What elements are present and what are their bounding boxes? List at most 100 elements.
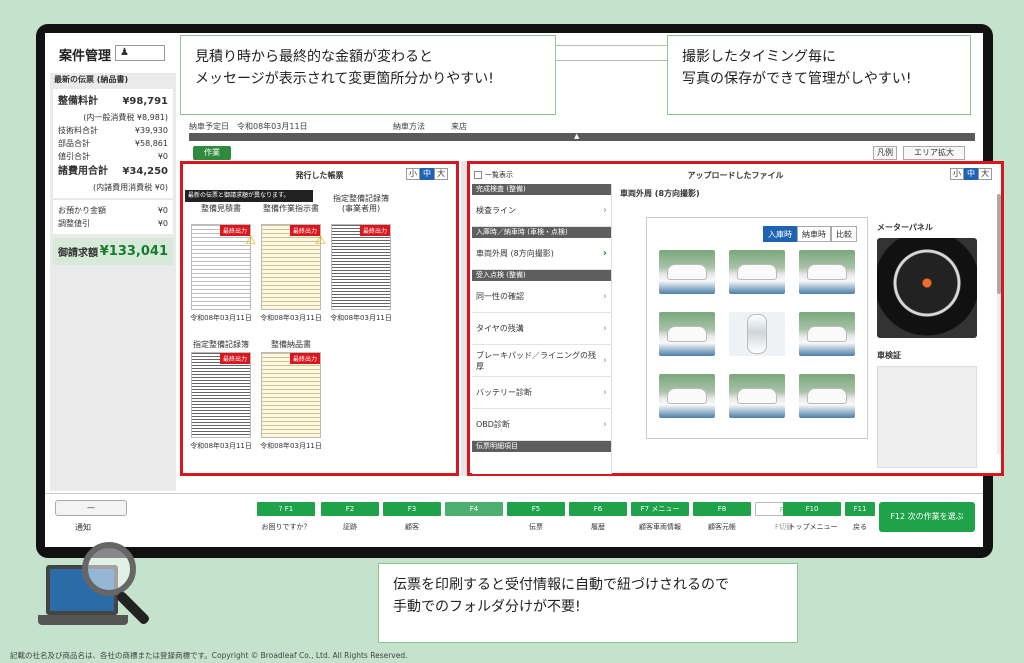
- car-photo[interactable]: [729, 374, 785, 418]
- car-photo[interactable]: [799, 312, 855, 356]
- f4-key[interactable]: F4: [445, 502, 503, 516]
- splitter-bar[interactable]: ▲: [189, 132, 975, 141]
- list-item[interactable]: 車両外周 (8方向撮影) ›: [472, 238, 611, 270]
- f3-label: 顧客: [405, 523, 419, 531]
- f7-key[interactable]: F7 メニュー: [631, 502, 689, 516]
- car-photo[interactable]: [799, 374, 855, 418]
- size-small-button[interactable]: 小: [950, 168, 964, 180]
- final-output-badge: 最終出力: [219, 353, 250, 364]
- row-value: ¥58,861: [134, 139, 168, 148]
- f1-key[interactable]: ? F1: [257, 502, 315, 516]
- car-photo[interactable]: [799, 250, 855, 294]
- f5-key[interactable]: F5: [507, 502, 565, 516]
- f3-key[interactable]: F3: [383, 502, 441, 516]
- list-item[interactable]: 同一性の確認 ›: [472, 281, 611, 313]
- cert-photo-slot[interactable]: [877, 366, 977, 468]
- due-date-label: 納車予定日: [189, 122, 229, 131]
- row-value: ¥0: [157, 206, 168, 215]
- totals-panel: 最新の伝票 (納品書) 整備料計 ¥98,791 (内一般消費税 ¥8,981)…: [50, 73, 176, 528]
- chevron-right-icon: ›: [603, 205, 607, 216]
- voucher-doc[interactable]: 指定整備記録簿 最終出力 令和08年03月11日: [189, 340, 253, 451]
- f6-label: 履歴: [591, 523, 605, 531]
- f10-key[interactable]: F10: [783, 502, 841, 516]
- car-image: [737, 388, 777, 404]
- doc-thumbnail: 最終出力: [261, 352, 321, 438]
- list-item[interactable]: バッテリー診断 ›: [472, 377, 611, 409]
- f6-key[interactable]: F6: [569, 502, 627, 516]
- voucher-doc[interactable]: 整備見積書 最終出力 ⚠ 令和08年03月11日: [189, 204, 256, 323]
- function-key-bar: — 通知 ? F1 お困りですか？ F2 証跡 F3 顧客 F4 F5 伝票 F…: [45, 493, 983, 547]
- f8-key[interactable]: F8: [693, 502, 751, 516]
- segment-compare[interactable]: 比較: [831, 226, 857, 242]
- expand-area-button[interactable]: エリア拡大: [903, 146, 965, 160]
- item-label: バッテリー診断: [476, 388, 532, 397]
- size-medium-button[interactable]: 中: [420, 168, 434, 180]
- chevron-right-icon: ›: [603, 387, 607, 398]
- item-label: ブレーキパッド／ライニングの残厚: [476, 350, 596, 371]
- row-value: ¥0: [157, 152, 168, 161]
- f7-label: 顧客車両情報: [639, 523, 681, 531]
- voucher-doc[interactable]: 整備納品書 最終出力 令和08年03月11日: [259, 340, 323, 451]
- size-large-button[interactable]: 大: [434, 168, 448, 180]
- segment-delivery[interactable]: 納車時: [797, 226, 831, 242]
- list-item[interactable]: タイヤの残溝 ›: [472, 313, 611, 345]
- collapse-up-icon[interactable]: ▲: [574, 132, 579, 140]
- car-photo[interactable]: [659, 374, 715, 418]
- f12-next-task-button[interactable]: F12 次の作業を選ぶ: [879, 502, 975, 532]
- user-selector[interactable]: ♟: [115, 45, 165, 61]
- voucher-doc[interactable]: 整備作業指示書 最終出力 ⚠ 令和08年03月11日: [259, 204, 326, 323]
- search-input[interactable]: [545, 45, 675, 61]
- doc-name: 整備納品書: [271, 340, 311, 349]
- doc-date: 令和08年03月11日: [190, 314, 252, 322]
- segment-checkin[interactable]: 入庫時: [763, 226, 797, 242]
- size-medium-button[interactable]: 中: [964, 168, 978, 180]
- callout-amount-change: 見積り時から最終的な金額が変わると メッセージが表示されて変更箇所分かりやすい!: [180, 35, 556, 115]
- row-label: お預かり金額: [58, 206, 106, 215]
- car-photo[interactable]: [659, 312, 715, 356]
- misc-total-label: 諸費用合計: [58, 166, 108, 177]
- info-bar: 納車予定日 令和08年03月11日 納車方法 来店: [189, 119, 975, 133]
- section-header: 入庫時／納車時 (車検・点検): [472, 227, 611, 238]
- size-small-button[interactable]: 小: [406, 168, 420, 180]
- notify-label: 通知: [75, 523, 91, 532]
- f2-key[interactable]: F2: [321, 502, 379, 516]
- list-item[interactable]: ブレーキパッド／ライニングの残厚 ›: [472, 345, 611, 377]
- list-item[interactable]: OBD診断 ›: [472, 409, 611, 441]
- voucher-doc[interactable]: 指定整備記録簿 (事業者用) 最終出力 令和08年03月11日: [329, 194, 393, 323]
- billing-label: 御請求額: [58, 248, 98, 259]
- doc-name: 整備見積書: [201, 204, 241, 213]
- meter-photo[interactable]: [877, 238, 977, 338]
- issued-vouchers-panel: 発行した帳票 小 中 大 最新の伝票と御請求額が異なります。 整備見積書 最終出…: [180, 161, 459, 476]
- car-photo[interactable]: [729, 250, 785, 294]
- item-label: 検査ライン: [476, 206, 516, 215]
- scrollbar[interactable]: [997, 194, 1001, 454]
- warning-icon: ⚠: [245, 233, 256, 247]
- legend-button[interactable]: 凡例: [873, 146, 897, 160]
- car-photo[interactable]: [659, 250, 715, 294]
- callout-line: 写真の保存ができて管理がしやすい!: [682, 71, 912, 87]
- car-image: [807, 388, 847, 404]
- row-value: ¥39,930: [134, 126, 168, 135]
- scrollbar-thumb[interactable]: [997, 194, 1001, 294]
- f11-key[interactable]: F11: [845, 502, 875, 516]
- tab-work[interactable]: 作業: [193, 146, 231, 160]
- item-label: 車両外周 (8方向撮影): [476, 249, 554, 258]
- callout-line: 伝票を印刷すると受付情報に自動で紐づけされるので: [393, 577, 729, 593]
- upload-size-toggle: 小 中 大: [950, 168, 992, 180]
- chevron-right-icon: ›: [602, 248, 607, 259]
- item-label: 同一性の確認: [476, 292, 524, 301]
- size-large-button[interactable]: 大: [978, 168, 992, 180]
- row-label: 技術料合計: [58, 126, 98, 135]
- car-image: [807, 326, 847, 342]
- section-header: 完成検査 (整備): [472, 184, 611, 195]
- row-value: ¥0: [157, 219, 168, 228]
- inspection-checklist: 完成検査 (整備) 検査ライン › 入庫時／納車時 (車検・点検) 車両外周 (8…: [472, 184, 612, 474]
- section-header: 受入点検 (整備): [472, 270, 611, 281]
- billing-value: ¥133,041: [99, 244, 168, 259]
- doc-name: 指定整備記録簿 (事業者用): [333, 194, 389, 213]
- list-item[interactable]: 検査ライン ›: [472, 195, 611, 227]
- notify-button[interactable]: —: [55, 500, 127, 516]
- meter-label: メーターパネル: [877, 223, 933, 232]
- final-output-badge: 最終出力: [289, 353, 320, 364]
- maintenance-card: 整備料計 ¥98,791 (内一般消費税 ¥8,981) 技術料合計 ¥39,93…: [53, 89, 173, 198]
